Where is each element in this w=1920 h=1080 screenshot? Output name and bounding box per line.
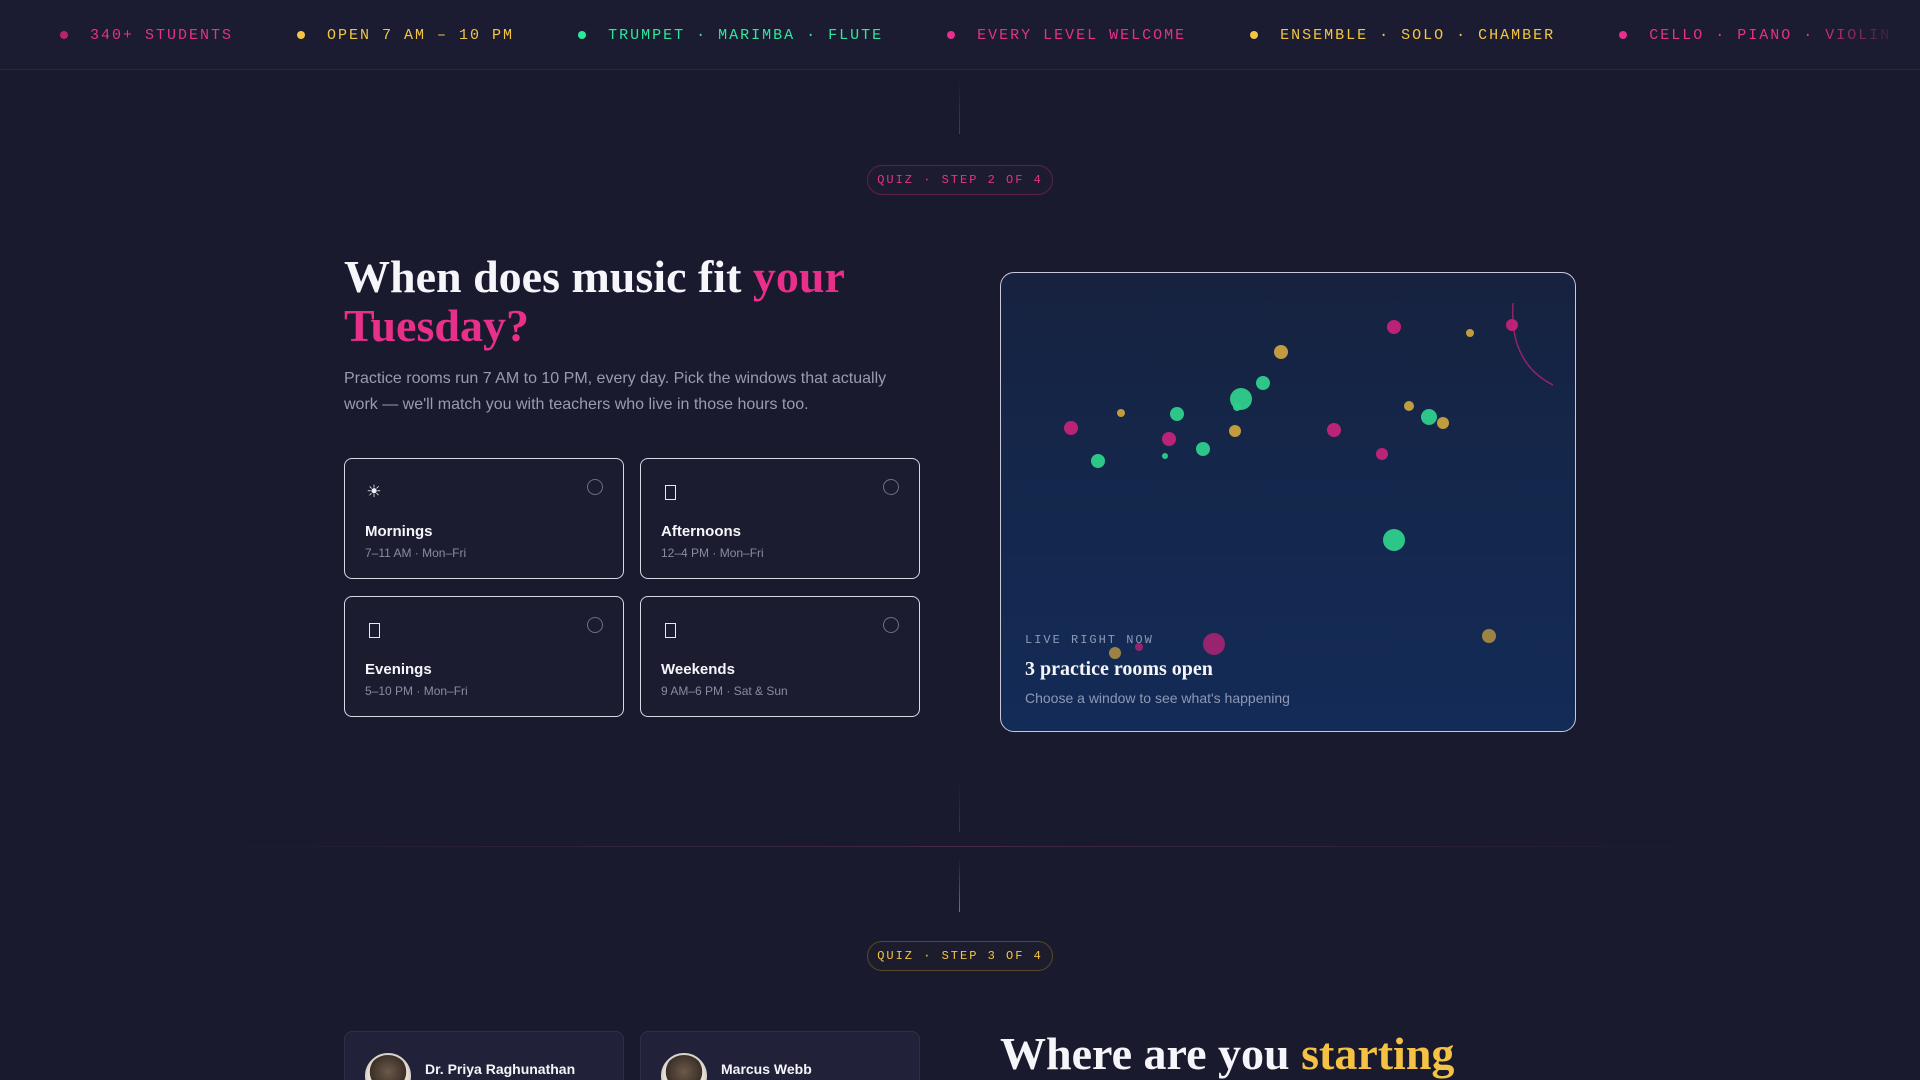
activity-bubble bbox=[1421, 409, 1437, 425]
evening-icon bbox=[365, 621, 383, 639]
ticker-dot-icon bbox=[1250, 31, 1259, 39]
ticker-label: EVERY LEVEL WELCOME bbox=[977, 26, 1187, 44]
quiz-step-badge-3: QUIZ · STEP 3 OF 4 bbox=[867, 941, 1053, 971]
ticker-dot-icon bbox=[60, 31, 68, 39]
teacher-card[interactable]: Marcus Webb bbox=[640, 1031, 920, 1080]
option-name: Afternoons bbox=[661, 523, 741, 540]
ticker-label: TRUMPET · MARIMBA · FLUTE bbox=[608, 26, 884, 44]
option-meta: 9 AM–6 PM · Sat & Sun bbox=[661, 684, 788, 698]
activity-bubble bbox=[1256, 376, 1270, 390]
option-card-mornings[interactable]: ☀ Mornings 7–11 AM · Mon–Fri bbox=[344, 458, 624, 579]
radio-button[interactable] bbox=[587, 617, 603, 633]
ticker-label: ENSEMBLE · SOLO · CHAMBER bbox=[1280, 26, 1556, 44]
activity-bubble bbox=[1437, 417, 1449, 429]
activity-bubble bbox=[1233, 403, 1241, 411]
activity-bubble bbox=[1162, 432, 1176, 446]
ticker-dot-icon bbox=[297, 31, 306, 39]
option-card-evenings[interactable]: Evenings 5–10 PM · Mon–Fri bbox=[344, 596, 624, 717]
quiz-question-description: Practice rooms run 7 AM to 10 PM, every … bbox=[344, 370, 887, 413]
title-plain: Where are you bbox=[1000, 1028, 1302, 1079]
option-meta: 7–11 AM · Mon–Fri bbox=[365, 546, 467, 560]
avatar bbox=[661, 1053, 707, 1080]
option-name: Mornings bbox=[365, 523, 433, 540]
activity-bubble bbox=[1404, 401, 1414, 411]
activity-bubble bbox=[1482, 629, 1496, 643]
live-title: 3 practice rooms open bbox=[1025, 658, 1213, 680]
title-accent: starting bbox=[1301, 1028, 1455, 1079]
section-divider bbox=[180, 846, 1740, 847]
radio-button[interactable] bbox=[883, 617, 899, 633]
ticker-fade bbox=[1810, 0, 1920, 69]
sun-icon: ☀ bbox=[366, 482, 382, 501]
activity-bubble bbox=[1466, 329, 1474, 337]
ticker-item: ENSEMBLE · SOLO · CHAMBER bbox=[1250, 27, 1555, 44]
divider-line-bottom bbox=[959, 858, 960, 912]
weekend-icon bbox=[661, 621, 679, 639]
option-card-afternoons[interactable]: Afternoons 12–4 PM · Mon–Fri bbox=[640, 458, 920, 579]
teacher-name: Marcus Webb bbox=[721, 1061, 812, 1077]
ticker-item: OPEN 7 AM – 10 PM bbox=[297, 27, 514, 44]
title-plain: When does music fit bbox=[344, 251, 753, 302]
teacher-card[interactable]: Dr. Priya Raghunathan bbox=[344, 1031, 624, 1080]
divider-line-mid bbox=[959, 780, 960, 832]
activity-bubble bbox=[1170, 407, 1184, 421]
ticker-item: TRUMPET · MARIMBA · FLUTE bbox=[578, 27, 883, 44]
activity-bubble bbox=[1117, 409, 1125, 417]
divider-line-top bbox=[959, 80, 960, 134]
activity-bubble bbox=[1387, 320, 1401, 334]
quiz-step-badge: QUIZ · STEP 2 OF 4 bbox=[867, 165, 1053, 195]
ticker-dot-icon bbox=[578, 31, 587, 39]
live-rooms-panel: LIVE RIGHT NOW 3 practice rooms open Cho… bbox=[1000, 272, 1576, 732]
afternoon-icon bbox=[661, 483, 679, 501]
announcement-ticker: 340+ STUDENTS OPEN 7 AM – 10 PM TRUMPET · … bbox=[0, 0, 1920, 70]
teacher-name: Dr. Priya Raghunathan bbox=[425, 1061, 576, 1077]
live-label: LIVE RIGHT NOW bbox=[1025, 633, 1154, 647]
option-card-weekends[interactable]: Weekends 9 AM–6 PM · Sat & Sun bbox=[640, 596, 920, 717]
ticker-label: 340+ STUDENTS bbox=[90, 26, 234, 44]
option-name: Evenings bbox=[365, 661, 432, 678]
ticker-dot-icon bbox=[1619, 31, 1628, 39]
ticker-track: 340+ STUDENTS OPEN 7 AM – 10 PM TRUMPET · … bbox=[60, 0, 1920, 69]
option-name: Weekends bbox=[661, 661, 735, 678]
option-meta: 12–4 PM · Mon–Fri bbox=[661, 546, 764, 560]
activity-bubble bbox=[1327, 423, 1341, 437]
activity-trail bbox=[1511, 302, 1554, 386]
ticker-item: 340+ STUDENTS bbox=[60, 27, 233, 44]
live-subtitle: Choose a window to see what's happening bbox=[1025, 690, 1290, 706]
activity-bubble bbox=[1064, 421, 1078, 435]
activity-bubble bbox=[1506, 319, 1518, 331]
ticker-item: EVERY LEVEL WELCOME bbox=[947, 27, 1186, 44]
activity-bubble bbox=[1091, 454, 1105, 468]
ticker-label: OPEN 7 AM – 10 PM bbox=[327, 26, 515, 44]
activity-bubble bbox=[1376, 448, 1388, 460]
activity-bubble bbox=[1162, 453, 1168, 459]
quiz-question-title-3: Where are you starting bbox=[1000, 1026, 1700, 1080]
activity-bubble bbox=[1383, 529, 1405, 551]
avatar bbox=[365, 1053, 411, 1080]
activity-bubble bbox=[1229, 425, 1241, 437]
option-meta: 5–10 PM · Mon–Fri bbox=[365, 684, 468, 698]
activity-bubble bbox=[1196, 442, 1210, 456]
quiz-question-title: When does music fit your Tuesday? bbox=[344, 252, 944, 350]
activity-bubble bbox=[1274, 345, 1288, 359]
activity-bubble bbox=[1203, 633, 1225, 655]
radio-button[interactable] bbox=[883, 479, 899, 495]
radio-button[interactable] bbox=[587, 479, 603, 495]
ticker-dot-icon bbox=[947, 31, 956, 39]
